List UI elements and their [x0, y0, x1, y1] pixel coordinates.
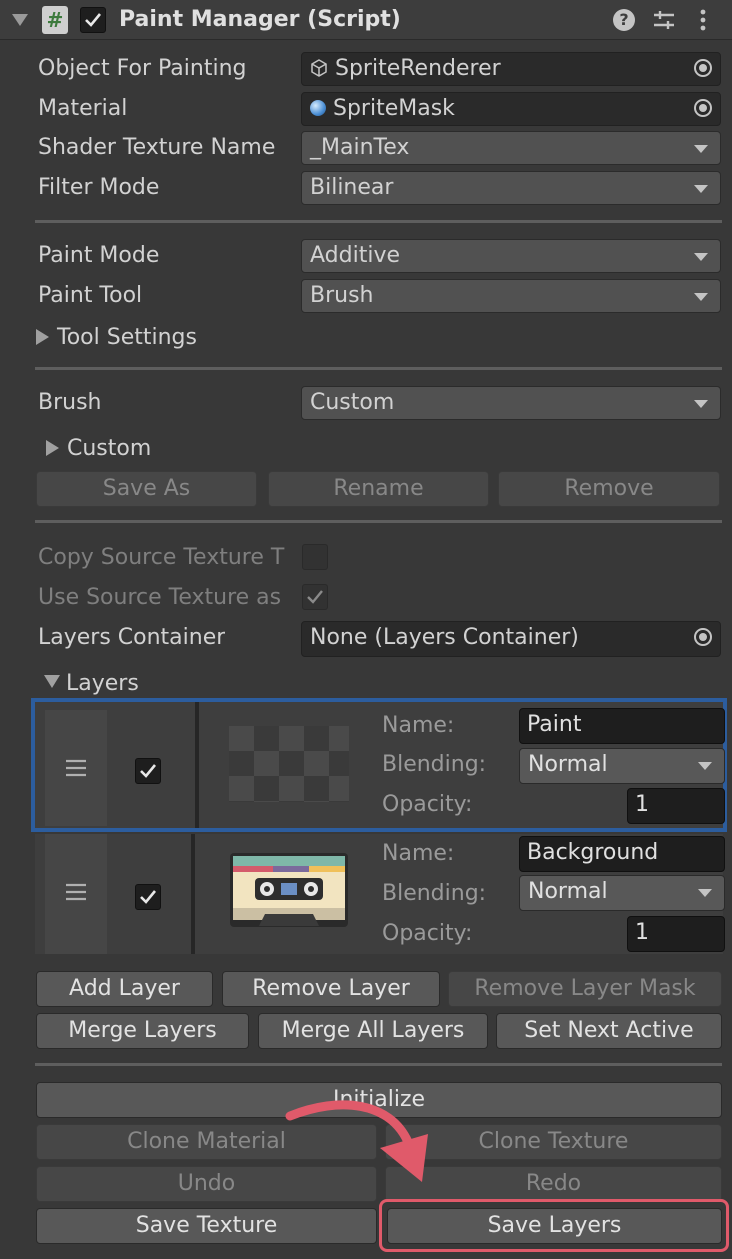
layer-opacity-label: Opacity:: [382, 792, 473, 817]
use-source-texture-checkbox[interactable]: [302, 584, 328, 610]
save-texture-button[interactable]: Save Texture: [36, 1208, 377, 1244]
copy-source-texture-checkbox[interactable]: [302, 544, 328, 570]
paint-mode-value: Additive: [310, 243, 400, 268]
highlight-box: [379, 1199, 729, 1252]
layer-blending-value: Normal: [528, 879, 608, 904]
component-title: Paint Manager (Script): [119, 7, 401, 32]
custom-label: Custom: [67, 436, 152, 461]
object-picker-icon[interactable]: [694, 628, 712, 646]
layer-divider: [191, 834, 195, 954]
layers-container-value: None (Layers Container): [310, 625, 579, 650]
layer-divider: [195, 702, 199, 828]
component-enabled-checkbox[interactable]: [80, 7, 106, 33]
drag-handle[interactable]: [45, 710, 107, 826]
paint-mode-dropdown[interactable]: Additive: [301, 239, 721, 273]
merge-layers-button[interactable]: Merge Layers: [36, 1013, 249, 1049]
use-source-texture-label: Use Source Texture as: [38, 585, 282, 610]
divider: [35, 220, 722, 223]
layer-name-input[interactable]: Paint: [519, 708, 725, 744]
layer-thumbnail[interactable]: [229, 726, 349, 802]
foldout-arrow-icon: [44, 675, 60, 688]
copy-source-texture-label: Copy Source Texture T: [38, 545, 285, 570]
paint-tool-dropdown[interactable]: Brush: [301, 279, 721, 313]
remove-layer-mask-button[interactable]: Remove Layer Mask: [448, 971, 722, 1007]
layer-visible-checkbox[interactable]: [135, 758, 161, 784]
layer-opacity-label: Opacity:: [382, 921, 473, 946]
layers-container-label: Layers Container: [38, 625, 226, 650]
object-for-painting-value: SpriteRenderer: [335, 56, 501, 81]
layer-visible-checkbox[interactable]: [135, 884, 161, 910]
shader-texture-name-dropdown[interactable]: _MainTex: [301, 131, 721, 165]
layer-row-background[interactable]: Name: Background Blending: Normal Opacit…: [35, 834, 725, 954]
layers-container-field[interactable]: None (Layers Container): [301, 621, 721, 657]
material-field[interactable]: SpriteMask: [301, 92, 721, 126]
layer-opacity-input[interactable]: 1: [627, 788, 725, 824]
script-icon: #: [42, 6, 68, 34]
chevron-down-icon: [694, 145, 708, 153]
layer-blending-label: Blending:: [382, 752, 487, 777]
save-as-button[interactable]: Save As: [36, 471, 257, 507]
annotation-arrow-icon: [285, 1100, 428, 1182]
layer-row-paint[interactable]: Name: Paint Blending: Normal Opacity: 1: [31, 698, 727, 832]
layers-label: Layers: [66, 671, 139, 696]
divider: [35, 520, 722, 523]
brush-dropdown[interactable]: Custom: [301, 386, 721, 420]
layer-name-label: Name:: [382, 713, 455, 738]
custom-foldout[interactable]: Custom: [46, 434, 151, 464]
rename-button[interactable]: Rename: [268, 471, 489, 507]
settings-icon[interactable]: [652, 8, 676, 32]
chevron-down-icon: [694, 253, 708, 261]
help-icon[interactable]: ?: [613, 9, 635, 31]
layer-name-label: Name:: [382, 841, 455, 866]
drag-handle-icon: [66, 759, 86, 777]
cube-icon: [310, 55, 328, 87]
layer-blending-dropdown[interactable]: Normal: [519, 748, 725, 784]
object-picker-icon[interactable]: [694, 99, 712, 117]
set-next-active-button[interactable]: Set Next Active: [496, 1013, 722, 1049]
object-for-painting-field[interactable]: SpriteRenderer: [301, 52, 721, 86]
divider: [35, 367, 722, 370]
add-layer-button[interactable]: Add Layer: [36, 971, 213, 1007]
component-header: # Paint Manager (Script) ?: [0, 0, 732, 40]
layer-blending-dropdown[interactable]: Normal: [519, 875, 725, 911]
chevron-down-icon: [698, 762, 712, 770]
layers-foldout[interactable]: Layers: [44, 669, 139, 699]
layer-opacity-input[interactable]: 1: [627, 916, 725, 952]
material-label: Material: [38, 96, 128, 121]
collapse-arrow-icon[interactable]: [12, 14, 28, 26]
layer-blending-value: Normal: [528, 752, 608, 777]
sphere-icon: [310, 100, 326, 116]
brush-label: Brush: [38, 390, 102, 415]
chevron-down-icon: [694, 185, 708, 193]
layer-blending-label: Blending:: [382, 881, 487, 906]
shader-texture-name-label: Shader Texture Name: [38, 135, 276, 160]
object-for-painting-label: Object For Painting: [38, 56, 247, 81]
filter-mode-dropdown[interactable]: Bilinear: [301, 171, 721, 205]
remove-brush-button[interactable]: Remove: [498, 471, 720, 507]
material-value: SpriteMask: [333, 96, 455, 121]
chevron-down-icon: [698, 889, 712, 897]
filter-mode-value: Bilinear: [310, 175, 394, 200]
divider: [35, 1063, 722, 1066]
object-picker-icon[interactable]: [694, 59, 712, 77]
drag-handle[interactable]: [45, 834, 107, 954]
filter-mode-label: Filter Mode: [38, 175, 160, 200]
tool-settings-foldout[interactable]: Tool Settings: [36, 323, 197, 353]
brush-value: Custom: [310, 390, 395, 415]
merge-all-layers-button[interactable]: Merge All Layers: [258, 1013, 488, 1049]
chevron-down-icon: [694, 293, 708, 301]
chevron-down-icon: [694, 400, 708, 408]
layer-name-input[interactable]: Background: [519, 836, 725, 872]
shader-texture-name-value: _MainTex: [310, 135, 410, 160]
tool-settings-label: Tool Settings: [57, 325, 197, 350]
paint-tool-label: Paint Tool: [38, 283, 143, 308]
more-icon[interactable]: [698, 8, 708, 32]
cassette-tape-thumbnail[interactable]: [229, 852, 349, 928]
foldout-arrow-icon: [36, 329, 49, 345]
paint-tool-value: Brush: [310, 283, 374, 308]
paint-mode-label: Paint Mode: [38, 243, 160, 268]
remove-layer-button[interactable]: Remove Layer: [222, 971, 440, 1007]
foldout-arrow-icon: [46, 440, 59, 456]
drag-handle-icon: [66, 883, 86, 901]
